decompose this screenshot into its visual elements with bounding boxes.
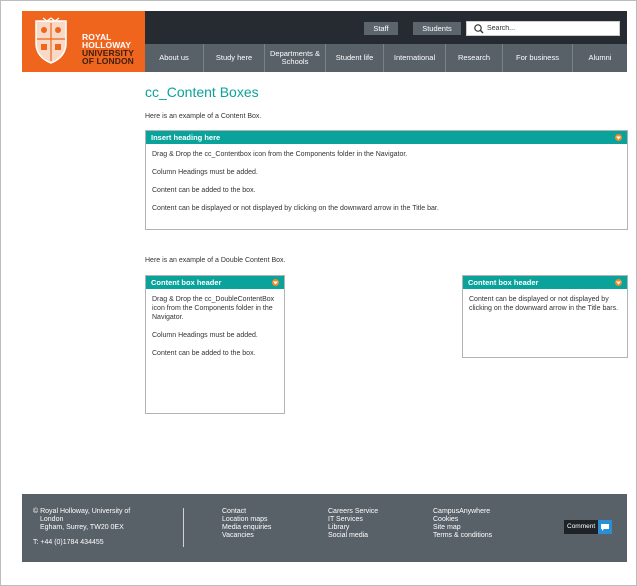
nav-alumni[interactable]: Alumni: [573, 44, 627, 72]
logo-line-4: OF LONDON: [82, 56, 134, 66]
footer-address: © Royal Holloway, University of London E…: [33, 508, 130, 547]
footer-address-line: London: [40, 516, 64, 523]
footer-link-media-enquiries[interactable]: Media enquiries: [222, 524, 271, 532]
footer-link-careers-service[interactable]: Careers Service: [328, 508, 378, 516]
double-box-line: Content can be added to the box.: [152, 350, 256, 357]
footer-link-terms[interactable]: Terms & conditions: [433, 532, 492, 540]
double-box-right-header[interactable]: Content box header: [463, 276, 627, 289]
intro-text-double: Here is an example of a Double Content B…: [145, 257, 286, 264]
footer-links-col-2: Careers Service IT Services Library Soci…: [328, 508, 378, 540]
footer-links-col-1: Contact Location maps Media enquiries Va…: [222, 508, 271, 540]
crest-icon: [35, 17, 67, 64]
main-nav: About us Study here Departments & School…: [145, 44, 627, 72]
nav-for-business[interactable]: For business: [503, 44, 573, 72]
double-box-line: Column Headings must be added.: [152, 332, 258, 339]
footer-link-vacancies[interactable]: Vacancies: [222, 532, 271, 540]
collapse-toggle-icon[interactable]: [615, 134, 622, 141]
footer-link-location-maps[interactable]: Location maps: [222, 516, 271, 524]
search-box[interactable]: [466, 21, 620, 36]
content-box-line: Drag & Drop the cc_Contentbox icon from …: [152, 151, 408, 158]
staff-button[interactable]: Staff: [364, 22, 398, 35]
double-box-right-body: Content can be displayed or not displaye…: [463, 289, 627, 328]
double-box-left-heading: Content box header: [151, 278, 222, 287]
double-box-line: Content can be displayed or not displaye…: [469, 296, 619, 312]
intro-text: Here is an example of a Content Box.: [145, 113, 262, 120]
footer-link-library[interactable]: Library: [328, 524, 378, 532]
logo[interactable]: ROYAL HOLLOWAY UNIVERSITY OF LONDON: [22, 11, 145, 72]
footer-link-social-media[interactable]: Social media: [328, 532, 378, 540]
content-box-body: Drag & Drop the cc_Contentbox icon from …: [146, 144, 627, 228]
search-input[interactable]: [487, 25, 607, 32]
nav-international[interactable]: International: [384, 44, 446, 72]
collapse-toggle-icon[interactable]: [615, 279, 622, 286]
nav-research[interactable]: Research: [446, 44, 503, 72]
content-box-line: Column Headings must be added.: [152, 169, 258, 176]
double-box-line: Drag & Drop the cc_DoubleContentBox icon…: [152, 296, 275, 321]
nav-about-us[interactable]: About us: [145, 44, 204, 72]
content-box: Insert heading here Drag & Drop the cc_C…: [145, 130, 628, 230]
page-title: cc_Content Boxes: [145, 84, 259, 100]
footer-phone: T: +44 (0)1784 434455: [33, 539, 104, 546]
content-box-heading: Insert heading here: [151, 133, 221, 142]
footer-link-cookies[interactable]: Cookies: [433, 516, 492, 524]
nav-student-life[interactable]: Student life: [326, 44, 384, 72]
footer-address-line: Egham, Surrey, TW20 0EX: [40, 524, 124, 531]
comment-bubble-icon: [598, 520, 613, 534]
collapse-toggle-icon[interactable]: [272, 279, 279, 286]
footer-link-it-services[interactable]: IT Services: [328, 516, 378, 524]
footer-copyright: © Royal Holloway, University of: [33, 508, 131, 515]
content-box-line: Content can be added to the box.: [152, 187, 256, 194]
footer-links-col-3: CampusAnywhere Cookies Site map Terms & …: [433, 508, 492, 540]
double-content-box-right: Content box header Content can be displa…: [462, 275, 628, 358]
search-icon[interactable]: [473, 23, 487, 35]
comment-label: Comment: [567, 523, 596, 530]
footer-link-site-map[interactable]: Site map: [433, 524, 492, 532]
content-box-line: Content can be displayed or not displaye…: [152, 205, 439, 212]
comment-button[interactable]: Comment: [564, 520, 613, 534]
nav-study-here[interactable]: Study here: [204, 44, 265, 72]
footer: © Royal Holloway, University of London E…: [22, 494, 627, 562]
double-box-right-heading: Content box header: [468, 278, 539, 287]
nav-departments-schools[interactable]: Departments & Schools: [265, 44, 326, 72]
double-content-box-left: Content box header Drag & Drop the cc_Do…: [145, 275, 285, 414]
double-box-left-header[interactable]: Content box header: [146, 276, 284, 289]
footer-link-campusanywhere[interactable]: CampusAnywhere: [433, 508, 492, 516]
double-box-left-body: Drag & Drop the cc_DoubleContentBox icon…: [146, 289, 284, 373]
footer-divider: [183, 508, 184, 547]
footer-link-contact[interactable]: Contact: [222, 508, 271, 516]
students-button[interactable]: Students: [413, 22, 461, 35]
content-box-header[interactable]: Insert heading here: [146, 131, 627, 144]
